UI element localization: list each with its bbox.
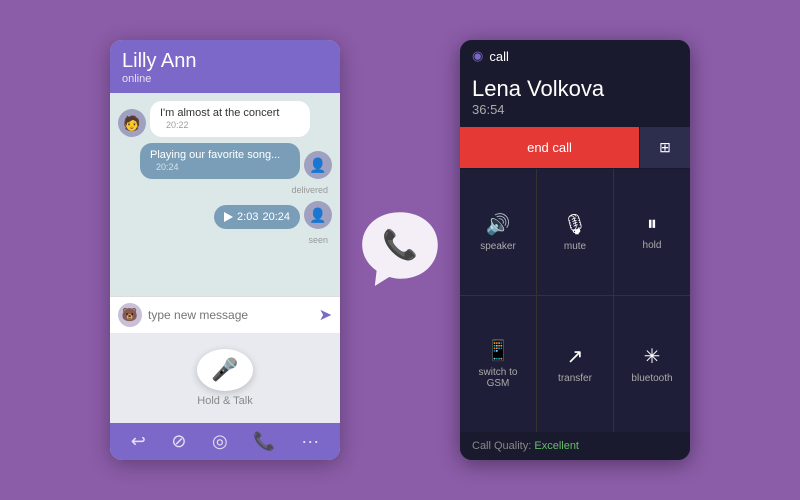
svg-text:📞: 📞 bbox=[382, 227, 418, 262]
more-nav-icon[interactable]: ··· bbox=[301, 431, 319, 452]
phone-left: Lilly Ann online 🧑 I'm almost at the con… bbox=[110, 40, 340, 460]
caller-name: Lena Volkova bbox=[472, 76, 678, 102]
bluetooth-button[interactable]: ✳ bluetooth bbox=[614, 296, 690, 433]
transfer-button[interactable]: ↗ transfer bbox=[537, 296, 613, 433]
switch-gsm-label: switch to GSM bbox=[468, 367, 528, 389]
hold-label: hold bbox=[643, 240, 662, 251]
message-time: 20:22 bbox=[166, 120, 189, 130]
mute-button[interactable]: 🎙 mute bbox=[537, 169, 613, 295]
call-duration: 36:54 bbox=[472, 102, 678, 117]
messages-area: 🧑 I'm almost at the concert 20:22 Playin… bbox=[110, 93, 340, 296]
call-actions-top: end call ⊞ bbox=[460, 127, 690, 168]
transfer-icon: ↗ bbox=[567, 344, 584, 369]
call-header: ◉ call bbox=[460, 40, 690, 70]
keypad-button[interactable]: ⊞ bbox=[640, 127, 690, 168]
call-label: call bbox=[489, 49, 509, 64]
search-nav-icon[interactable]: ⊘ bbox=[171, 431, 186, 452]
call-quality-bar: Call Quality: Excellent bbox=[460, 432, 690, 460]
back-nav-icon[interactable]: ↩ bbox=[131, 431, 146, 452]
message-bubble: I'm almost at the concert 20:22 bbox=[150, 101, 310, 137]
message-row: 2:03 20:24 👤 bbox=[118, 201, 332, 229]
viber-center-logo: 📞 bbox=[355, 205, 445, 295]
hold-talk-area: 🎤 Hold & Talk bbox=[110, 333, 340, 423]
bluetooth-label: bluetooth bbox=[631, 373, 672, 384]
hold-button[interactable]: ⏸ hold bbox=[614, 169, 690, 295]
transfer-label: transfer bbox=[558, 373, 592, 384]
switch-gsm-icon: 📱 bbox=[486, 338, 511, 363]
hold-talk-label: Hold & Talk bbox=[197, 395, 252, 407]
call-grid: 🔊 speaker 🎙 mute ⏸ hold 📱 switch to GSM bbox=[460, 169, 690, 432]
left-phone-header: Lilly Ann online bbox=[110, 40, 340, 93]
message-time: 20:24 bbox=[262, 211, 290, 223]
mic-nav-icon[interactable]: ◎ bbox=[212, 431, 228, 452]
call-nav-icon[interactable]: 📞 bbox=[253, 431, 275, 452]
contact-name: Lilly Ann bbox=[122, 50, 328, 73]
delivered-status: delivered bbox=[118, 185, 328, 195]
switch-gsm-button[interactable]: 📱 switch to GSM bbox=[460, 296, 536, 433]
call-quality-value: Excellent bbox=[534, 440, 579, 452]
phone-right-inner: ◉ call Lena Volkova 36:54 end call ⊞ 🔊 s… bbox=[460, 40, 690, 460]
message-text: I'm almost at the concert bbox=[160, 107, 279, 119]
keypad-icon: ⊞ bbox=[659, 139, 671, 156]
avatar: 👤 bbox=[304, 201, 332, 229]
caller-info: Lena Volkova 36:54 bbox=[460, 70, 690, 127]
message-text: Playing our favorite song... bbox=[150, 149, 280, 161]
end-call-button[interactable]: end call bbox=[460, 127, 639, 168]
message-row: Playing our favorite song... 20:24 👤 bbox=[118, 143, 332, 179]
bottom-nav: ↩ ⊘ ◎ 📞 ··· bbox=[110, 423, 340, 460]
message-input-row: 🐻 ➤ bbox=[110, 296, 340, 333]
call-quality-label: Call Quality: bbox=[472, 440, 531, 452]
speaker-icon: 🔊 bbox=[486, 212, 511, 237]
mic-button[interactable]: 🎤 bbox=[197, 349, 253, 391]
audio-bubble: 2:03 20:24 bbox=[214, 205, 300, 229]
avatar: 👤 bbox=[304, 151, 332, 179]
audio-duration: 2:03 bbox=[237, 211, 258, 223]
main-container: Lilly Ann online 🧑 I'm almost at the con… bbox=[0, 0, 800, 500]
avatar: 🧑 bbox=[118, 109, 146, 137]
seen-status: seen bbox=[118, 235, 328, 245]
message-bubble: Playing our favorite song... 20:24 bbox=[140, 143, 300, 179]
send-icon[interactable]: ➤ bbox=[319, 305, 332, 325]
mute-icon: 🎙 bbox=[562, 212, 587, 237]
phone-right: ◉ call Lena Volkova 36:54 end call ⊞ 🔊 s… bbox=[460, 40, 690, 460]
message-input[interactable] bbox=[148, 308, 313, 322]
emoji-icon[interactable]: 🐻 bbox=[118, 303, 142, 327]
play-icon[interactable] bbox=[224, 212, 233, 222]
viber-logo-small: ◉ bbox=[472, 48, 483, 64]
speaker-button[interactable]: 🔊 speaker bbox=[460, 169, 536, 295]
message-time: 20:24 bbox=[156, 162, 179, 172]
contact-status: online bbox=[122, 73, 328, 85]
message-row: 🧑 I'm almost at the concert 20:22 bbox=[118, 101, 332, 137]
bluetooth-icon: ✳ bbox=[644, 344, 661, 369]
speaker-label: speaker bbox=[480, 241, 516, 252]
hold-icon: ⏸ bbox=[647, 213, 657, 236]
mute-label: mute bbox=[564, 241, 586, 252]
